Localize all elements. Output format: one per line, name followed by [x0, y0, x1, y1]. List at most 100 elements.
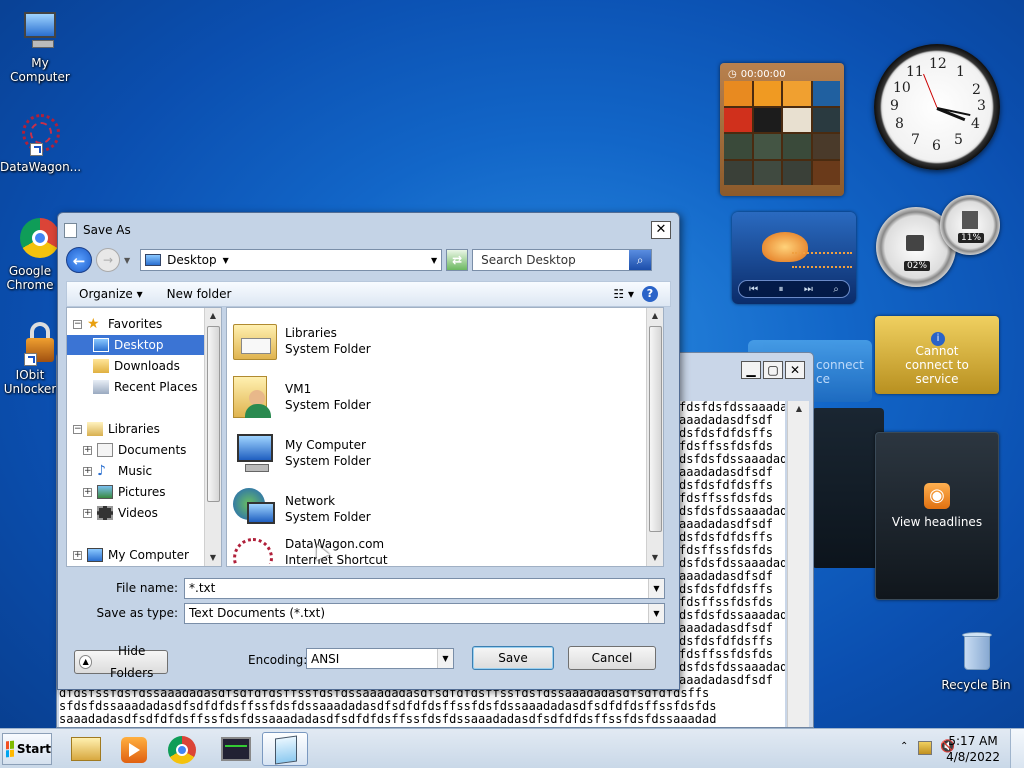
- clock-number: 2: [972, 82, 981, 98]
- forward-button[interactable]: →: [96, 248, 120, 272]
- puzzle-grid[interactable]: [724, 81, 840, 185]
- pause-icon[interactable]: ⏸: [779, 284, 784, 295]
- tree-item-music[interactable]: + ♪ Music: [83, 461, 152, 481]
- start-button[interactable]: Start: [2, 733, 52, 765]
- file-list-scrollbar[interactable]: ▲ ▼: [646, 308, 663, 566]
- chevron-down-icon[interactable]: ▼: [223, 256, 229, 265]
- organize-button[interactable]: Organize ▾: [67, 287, 155, 301]
- chevron-down-icon[interactable]: ▼: [437, 649, 453, 668]
- weather-gadget[interactable]: i Cannot connect to service: [875, 316, 999, 394]
- encoding-value: ANSI: [311, 651, 340, 666]
- tree-item-my-computer[interactable]: + My Computer: [73, 545, 189, 565]
- taskbar-task-manager[interactable]: [212, 732, 258, 766]
- file-name-input[interactable]: *.txt ▼: [184, 577, 665, 599]
- navigation-pane[interactable]: − ★ Favorites Desktop Downloads Recent P…: [66, 307, 222, 567]
- file-item-libraries[interactable]: Libraries System Folder: [231, 316, 371, 366]
- expand-icon[interactable]: +: [83, 487, 92, 497]
- tree-item-desktop[interactable]: Desktop: [67, 335, 205, 355]
- save-type-select[interactable]: Text Documents (*.txt) ▼: [184, 602, 665, 624]
- cancel-button[interactable]: Cancel: [568, 646, 656, 670]
- taskbar-media-player[interactable]: [110, 732, 156, 766]
- search-input[interactable]: Search Desktop: [481, 253, 576, 267]
- file-item-datawagon[interactable]: DataWagon.com Internet Shortcut: [231, 534, 388, 564]
- search-box[interactable]: Search Desktop ⌕: [472, 249, 653, 271]
- memory-percent: 11%: [958, 233, 985, 243]
- back-button[interactable]: ←: [66, 247, 92, 273]
- desktop-icon-chrome[interactable]: Google Chrome: [0, 218, 60, 292]
- scroll-down-icon[interactable]: ▼: [205, 550, 221, 566]
- file-name-value[interactable]: *.txt: [189, 581, 215, 595]
- new-folder-button[interactable]: New folder: [155, 287, 244, 301]
- search-icon[interactable]: ⌕: [629, 250, 652, 270]
- scroll-thumb[interactable]: [649, 326, 662, 532]
- slideshow-gadget[interactable]: ⏮ ⏸ ⏭ ⌕: [732, 212, 856, 304]
- taskbar-clock[interactable]: 5:17 AM 4/8/2022: [946, 733, 1000, 765]
- shortcut-arrow-icon: [24, 353, 37, 366]
- clock-gadget[interactable]: 12 1 2 3 4 5 6 7 8 9 10 11: [874, 44, 1000, 170]
- collapse-icon[interactable]: −: [73, 319, 82, 329]
- desktop-icon-iobit[interactable]: IObit Unlocker: [0, 322, 60, 396]
- taskbar-notepad[interactable]: [262, 732, 308, 766]
- desktop-icon-my-computer[interactable]: My Computer: [0, 10, 80, 84]
- cpu-meter-gadget[interactable]: 02% 11%: [876, 195, 1002, 287]
- address-bar[interactable]: Desktop ▼ ▼: [140, 249, 443, 271]
- show-hidden-icons-icon[interactable]: ⌃: [900, 741, 908, 752]
- tree-item-downloads[interactable]: Downloads: [93, 356, 180, 376]
- shortcut-arrow-icon: [30, 143, 43, 156]
- tree-item-pictures[interactable]: + Pictures: [83, 482, 166, 502]
- tree-item-documents[interactable]: + Documents: [83, 440, 186, 460]
- desktop-icon-datawagon[interactable]: DataWagon...: [0, 114, 81, 174]
- desktop-icon-recycle-bin[interactable]: Recycle Bin: [936, 632, 1016, 692]
- close-button[interactable]: ✕: [785, 361, 805, 379]
- next-icon[interactable]: ⏭: [804, 284, 813, 295]
- file-item-my-computer[interactable]: My Computer System Folder: [231, 428, 371, 478]
- hide-folders-button[interactable]: ▲ Hide Folders: [74, 644, 168, 680]
- address-segment[interactable]: Desktop: [167, 253, 217, 267]
- file-list[interactable]: Libraries System Folder VM1 System Folder …: [226, 307, 664, 567]
- address-dropdown-icon[interactable]: ▼: [431, 256, 441, 265]
- help-icon[interactable]: ?: [642, 286, 658, 302]
- show-desktop-button[interactable]: [1010, 729, 1024, 768]
- picture-puzzle-gadget[interactable]: ◷ 00:00:00: [720, 63, 844, 196]
- expand-icon[interactable]: +: [73, 550, 82, 560]
- maximize-button[interactable]: ▢: [763, 361, 783, 379]
- tree-item-videos[interactable]: + Videos: [83, 503, 158, 523]
- expand-icon[interactable]: +: [83, 508, 92, 518]
- file-item-network[interactable]: Network System Folder: [231, 484, 371, 534]
- expand-icon[interactable]: +: [83, 466, 92, 476]
- encoding-select[interactable]: ANSI ▼: [306, 648, 454, 669]
- scroll-thumb[interactable]: [207, 326, 220, 502]
- action-center-icon[interactable]: [918, 741, 932, 755]
- scroll-up-icon[interactable]: ▲: [205, 308, 221, 324]
- file-item-vm1[interactable]: VM1 System Folder: [231, 372, 371, 422]
- collapse-icon[interactable]: −: [73, 424, 82, 434]
- file-name: VM1: [285, 382, 312, 396]
- taskbar-explorer[interactable]: [62, 732, 108, 766]
- save-as-dialog[interactable]: Save As ✕ ← → ▼ Desktop ▼ ▼ ⇄ Search Des…: [57, 212, 680, 690]
- view-options-icon[interactable]: ☷ ▾: [605, 287, 642, 301]
- expand-icon[interactable]: +: [83, 445, 92, 455]
- tree-item-favorites[interactable]: − ★ Favorites: [73, 314, 162, 334]
- puzzle-timer: 00:00:00: [740, 68, 786, 80]
- previous-icon[interactable]: ⏮: [749, 284, 758, 295]
- notepad-scrollbar[interactable]: ▲: [787, 401, 809, 727]
- tree-item-recent-places[interactable]: Recent Places: [93, 377, 197, 397]
- datawagon-logo-icon: [18, 114, 62, 158]
- minimize-button[interactable]: ▁: [741, 361, 761, 379]
- dialog-close-button[interactable]: ✕: [651, 221, 671, 239]
- dialog-title: Save As: [83, 223, 131, 237]
- nav-scrollbar[interactable]: ▲ ▼: [204, 308, 221, 566]
- taskbar-chrome[interactable]: [158, 732, 204, 766]
- scroll-up-icon[interactable]: ▲: [791, 401, 807, 417]
- scroll-up-icon[interactable]: ▲: [647, 308, 663, 324]
- view-icon[interactable]: ⌕: [833, 284, 839, 295]
- recent-pages-icon[interactable]: ▼: [124, 256, 130, 265]
- desktop-icon-label: IObit Unlocker: [3, 368, 57, 396]
- refresh-button[interactable]: ⇄: [446, 249, 469, 271]
- save-button[interactable]: Save: [472, 646, 554, 670]
- scroll-down-icon[interactable]: ▼: [647, 550, 663, 566]
- chevron-down-icon[interactable]: ▼: [648, 603, 664, 623]
- feed-headlines-gadget[interactable]: ◉ View headlines: [875, 432, 999, 600]
- tree-item-libraries[interactable]: − Libraries: [73, 419, 160, 439]
- chevron-down-icon[interactable]: ▼: [648, 578, 664, 598]
